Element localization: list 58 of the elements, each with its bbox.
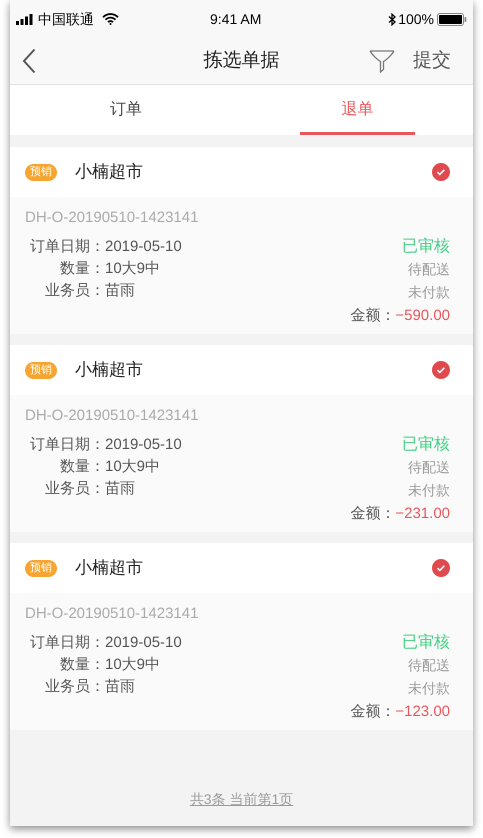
delivery-status: 待配送 [408, 656, 450, 675]
order-number: DH-O-20190510-1423141 [25, 406, 200, 426]
field-label: 数量： [59, 655, 105, 675]
payment-status: 未付款 [408, 679, 450, 698]
presale-tag: 预销 [25, 560, 57, 576]
back-icon[interactable] [22, 48, 36, 74]
tab[interactable]: 退单 [300, 85, 415, 135]
audit-status: 已审核 [402, 434, 450, 455]
payment-status: 未付款 [408, 481, 450, 500]
field-value: 10大9中 [105, 457, 160, 477]
submit-button[interactable]: 提交 [413, 46, 451, 76]
checked-circle-icon[interactable] [432, 361, 450, 379]
pagination-text: 共3条 当前第1页 [190, 790, 294, 809]
field-value: 苗雨 [105, 281, 135, 301]
field-value: 10大9中 [105, 655, 160, 675]
field-label: 业务员： [44, 677, 105, 697]
presale-tag: 预销 [25, 164, 57, 180]
amount-value: −231.00 [395, 504, 450, 524]
wifi-icon [102, 13, 119, 25]
field-label: 数量： [59, 259, 105, 279]
field-label: 订单日期： [29, 237, 105, 257]
filter-icon[interactable] [369, 49, 395, 73]
field-value: 苗雨 [105, 479, 135, 499]
bluetooth-icon [388, 12, 396, 26]
field-value: 2019-05-10 [105, 237, 182, 257]
audit-status: 已审核 [402, 632, 450, 653]
payment-status: 未付款 [408, 283, 450, 302]
battery-icon [437, 12, 467, 26]
tab[interactable]: 订单 [68, 85, 184, 135]
delivery-status: 待配送 [408, 458, 450, 477]
field-label: 业务员： [44, 479, 105, 499]
field-label: 订单日期： [29, 435, 105, 455]
presale-tag: 预销 [25, 362, 57, 378]
clock-time: 9:41 AM [210, 10, 262, 28]
customer-name: 小楠超市 [75, 359, 143, 382]
field-value: 苗雨 [105, 677, 135, 697]
amount-label: 金额： [350, 504, 396, 524]
amount-label: 金额： [350, 702, 396, 722]
delivery-status: 待配送 [408, 260, 450, 279]
page-title: 拣选单据 [204, 48, 280, 73]
order-number: DH-O-20190510-1423141 [25, 208, 200, 228]
customer-name: 小楠超市 [75, 557, 143, 580]
field-label: 业务员： [44, 281, 105, 301]
amount-label: 金额： [350, 306, 396, 326]
field-value: 2019-05-10 [105, 633, 182, 653]
checked-circle-icon[interactable] [432, 559, 450, 577]
battery-percent: 100% [398, 10, 434, 28]
customer-name: 小楠超市 [75, 161, 143, 184]
order-number: DH-O-20190510-1423141 [25, 604, 200, 624]
amount-value: −123.00 [395, 702, 450, 722]
field-label: 数量： [59, 457, 105, 477]
field-value: 2019-05-10 [105, 435, 182, 455]
checked-circle-icon[interactable] [432, 163, 450, 181]
amount-value: −590.00 [395, 306, 450, 326]
audit-status: 已审核 [402, 236, 450, 257]
field-label: 订单日期： [29, 633, 105, 653]
carrier-name: 中国联通 [38, 10, 94, 28]
field-value: 10大9中 [105, 259, 160, 279]
